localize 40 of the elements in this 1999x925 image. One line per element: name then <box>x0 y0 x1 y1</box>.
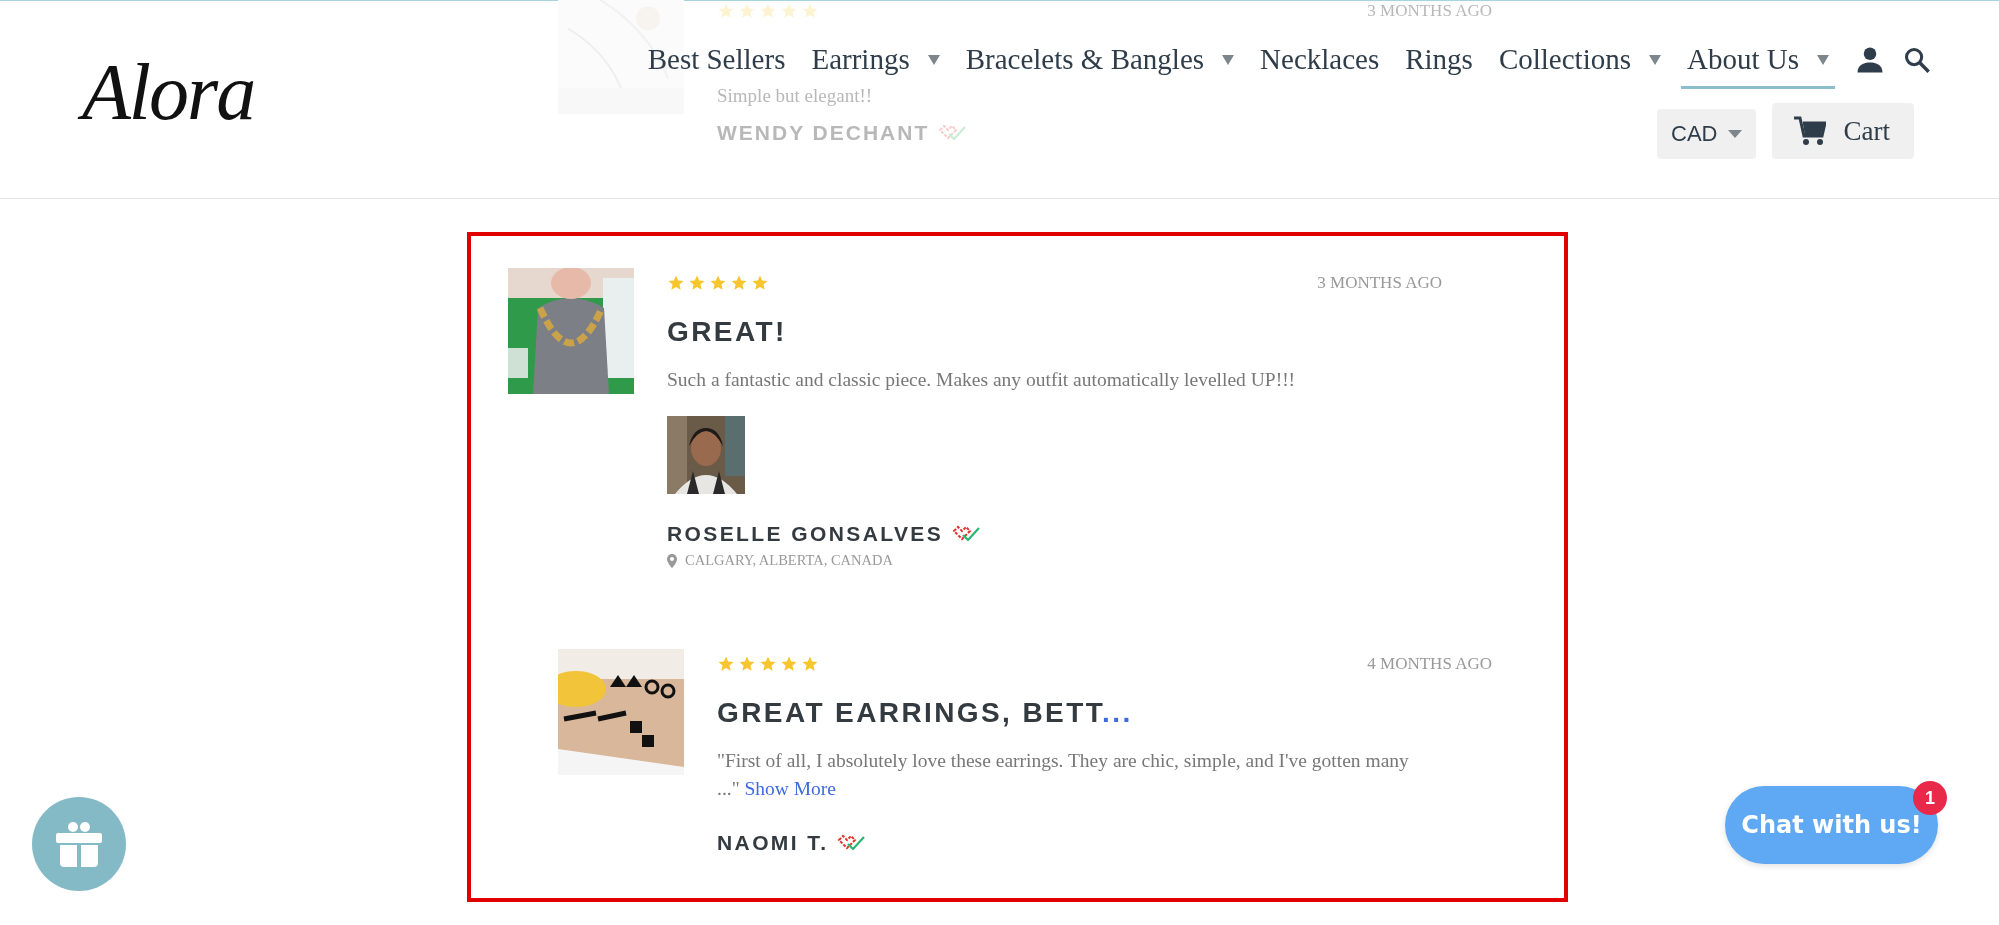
star-icon <box>751 274 769 292</box>
star-icon <box>759 2 777 20</box>
star-icon <box>709 274 727 292</box>
star-icon <box>688 274 706 292</box>
reviewer-location: CALGARY, ALBERTA, CANADA <box>685 552 893 569</box>
star-icon <box>780 2 798 20</box>
star-icon <box>780 655 798 673</box>
currency-selector[interactable]: CAD <box>1657 109 1756 159</box>
gift-icon <box>56 820 102 868</box>
review-title: GREAT EARRINGS, BETT... <box>717 697 1134 729</box>
cart-button[interactable]: Cart <box>1771 103 1914 159</box>
star-icon <box>738 2 756 20</box>
show-more-link[interactable]: Show More <box>744 778 836 799</box>
nav-link[interactable]: Rings <box>1399 39 1479 89</box>
star-icon <box>730 274 748 292</box>
review-title: GREAT! <box>667 316 788 348</box>
star-icon <box>801 655 819 673</box>
nav-link[interactable]: Collections <box>1492 39 1667 89</box>
star-icon <box>738 655 756 673</box>
nav-link[interactable]: Bracelets & Bangles <box>959 39 1241 89</box>
location-pin-icon <box>667 553 677 568</box>
star-icon <box>717 2 735 20</box>
star-icon <box>667 274 685 292</box>
review-text: "First of all, I absolutely love these earrings. They are chic, simple, and I've gotten many ..." Show More <box>717 749 1410 801</box>
search-icon[interactable] <box>1903 46 1931 74</box>
reviewer-name: NAOMI T. <box>717 831 829 855</box>
reviewer-name: ROSELLE GONSALVES <box>667 522 944 546</box>
notification-badge: 1 <box>1913 781 1947 815</box>
star-icon <box>801 2 819 20</box>
logo[interactable]: Alora <box>78 25 269 159</box>
cart-icon <box>1793 116 1826 146</box>
account-icon[interactable] <box>1855 45 1885 75</box>
star-icon <box>759 655 777 673</box>
caret-icon <box>1727 130 1742 138</box>
review-text: Such a fantastic and classic piece. Makes any outfit automatically levelled UP!!! <box>667 368 1297 392</box>
nav-link[interactable]: About Us <box>1681 39 1835 89</box>
review-date: 3 MONTHS AGO <box>1317 273 1442 293</box>
review-date: 4 MONTHS AGO <box>1367 654 1492 674</box>
nav-link[interactable]: Necklaces <box>1254 39 1386 89</box>
star-icon <box>717 655 735 673</box>
